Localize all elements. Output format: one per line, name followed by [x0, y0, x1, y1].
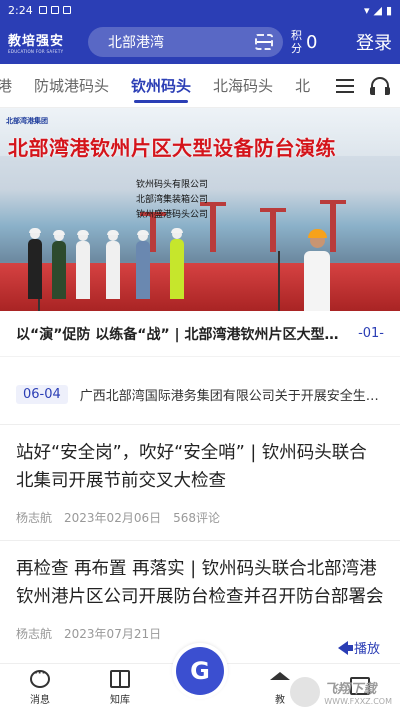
status-bar: 2:24 ▾ ◢ ▮: [0, 0, 400, 20]
carousel-index: -01-: [358, 326, 384, 341]
points-label: 积分: [291, 29, 302, 55]
speaker-icon: [337, 640, 353, 655]
headphones-icon[interactable]: [370, 76, 390, 95]
graduation-cap-icon: [270, 670, 290, 688]
status-time: 2:24: [8, 3, 33, 17]
app-header: 教培强安 EDUCATION FOR SAFETY 北部港湾 积分 0 登录: [0, 20, 400, 64]
banner-logo: 北部湾港集团: [6, 117, 48, 125]
download-icon: [50, 6, 59, 14]
notice-item[interactable]: 06-04 广西北部湾国际港务集团有限公司关于开展安全生产月活动的通知: [0, 365, 400, 425]
play-label: 播放: [353, 642, 380, 657]
center-fab-button[interactable]: G: [172, 643, 228, 699]
notice-date: 06-04: [16, 385, 68, 404]
people-graphic: [28, 228, 400, 299]
chat-icon: [30, 668, 50, 688]
wifi-icon: ▾: [363, 3, 370, 17]
signal-icon: ◢: [373, 3, 382, 17]
fab-label: G: [176, 647, 224, 695]
tab-item[interactable]: 北海码头: [202, 64, 284, 107]
banner-headline: 北部湾港钦州片区大型设备防台演练: [8, 136, 336, 160]
points-value: 0: [306, 31, 318, 53]
speaker-figure: [304, 215, 330, 311]
book-icon: [110, 669, 130, 688]
app-logo: 教培强安 EDUCATION FOR SAFETY: [8, 34, 65, 54]
points-display[interactable]: 积分 0: [291, 29, 317, 55]
tab-item[interactable]: 防城港码头: [23, 64, 120, 107]
banner-companies: 钦州码头有限公司 北部湾集装箱公司 钦州盛港码头公司: [136, 180, 209, 220]
nav-knowledge[interactable]: 知库: [80, 664, 160, 711]
nav-messages[interactable]: 消息: [0, 664, 80, 711]
article-author: 杨志航: [16, 627, 53, 641]
tab-item[interactable]: 钦州码头: [120, 64, 202, 107]
notification-icon: [38, 6, 47, 14]
article-author: 杨志航: [16, 511, 53, 525]
carousel-caption-text: 以“演”促防 以练备“战” | 北部湾港钦州片区大型设备防台演练: [16, 326, 349, 343]
download-icon-2: [62, 6, 71, 14]
search-value: 北部港湾: [108, 35, 164, 51]
article-date: 2023年07月21日: [64, 627, 162, 641]
carousel-banner-image[interactable]: 北部湾港集团 北部湾港钦州片区大型设备防台演练 钦州码头有限公司 北部湾集装箱公…: [0, 108, 400, 311]
search-input[interactable]: 北部港湾: [88, 27, 283, 57]
carousel-caption[interactable]: 以“演”促防 以练备“战” | 北部湾港钦州片区大型设备防台演练 -01-: [0, 311, 400, 357]
notice-title: 广西北部湾国际港务集团有限公司关于开展安全生产月活动的通知: [79, 389, 384, 404]
tab-item[interactable]: 港: [0, 64, 23, 107]
play-button[interactable]: 播放: [337, 638, 380, 657]
article-title: 再检查 再布置 再落实 | 钦州码头联合北部湾港钦州港片区公司开展防台检查并召开…: [16, 559, 384, 607]
battery-icon: ▮: [385, 3, 392, 17]
article-date: 2023年02月06日: [64, 511, 162, 525]
login-button[interactable]: 登录: [356, 29, 392, 55]
category-tabs: 港防城港码头 钦州码头 北海码头北: [0, 64, 400, 108]
article-item[interactable]: 站好“安全岗”，吹好“安全哨” | 钦州码头联合北集司开展节前交叉大检查 杨志航…: [0, 425, 400, 541]
watermark-logo-icon: [290, 677, 321, 707]
menu-icon[interactable]: [336, 78, 354, 93]
tab-item[interactable]: 北: [284, 64, 321, 107]
scan-icon[interactable]: [255, 34, 273, 50]
article-comments: 568评论: [173, 511, 221, 525]
watermark: 飞翔下载 WWW.FXXZ.COM: [290, 677, 392, 707]
article-title: 站好“安全岗”，吹好“安全哨” | 钦州码头联合北集司开展节前交叉大检查: [16, 443, 367, 491]
